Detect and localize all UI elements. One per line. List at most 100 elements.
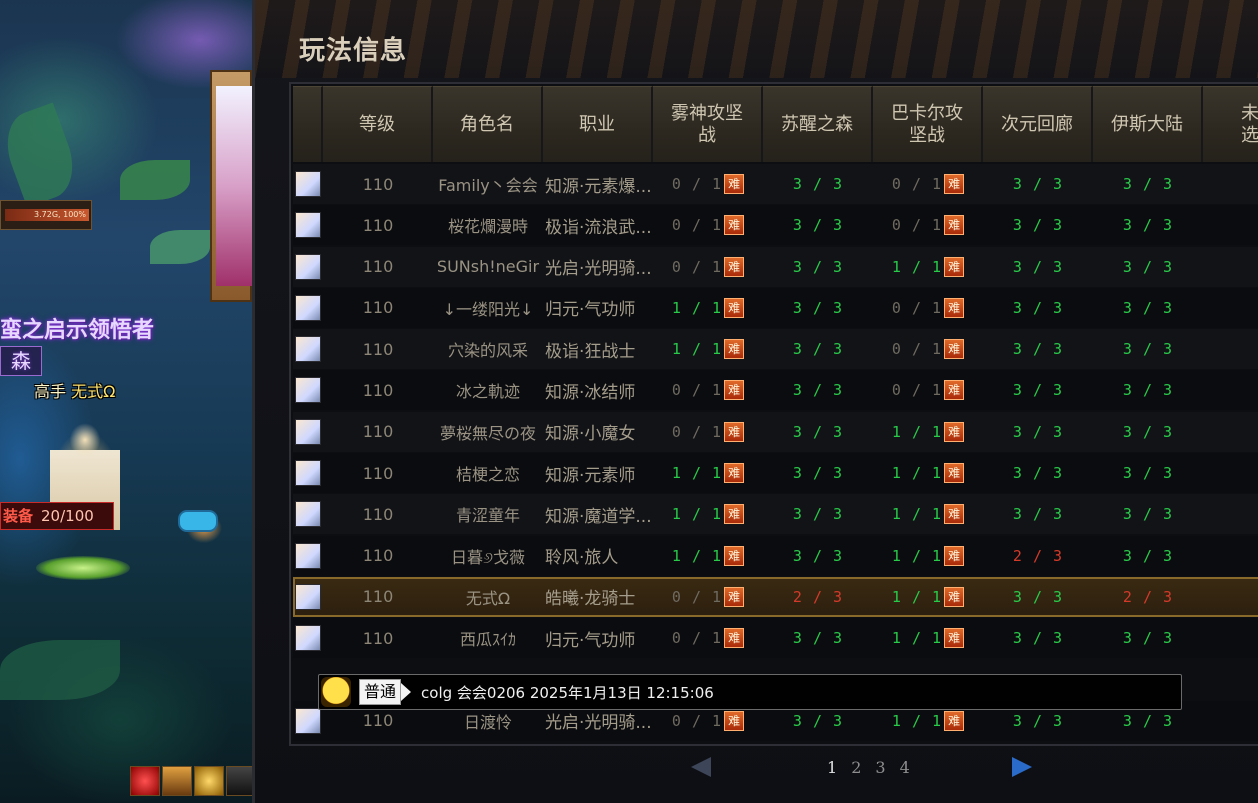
header-fog-god-raid[interactable]: 雾神攻坚战	[653, 86, 763, 162]
progress-value: 2 / 3	[792, 587, 844, 606]
hard-mode-badge: 难	[944, 215, 965, 236]
job-cell: 皓曦·龙骑士	[545, 589, 636, 610]
header-avatar	[293, 86, 323, 162]
event-banner[interactable]	[210, 70, 252, 302]
table-row[interactable]: 110 Family丶会会 知源·元素爆... 0 / 1难3 / 30 / 1难3 …	[293, 164, 1258, 204]
progress-cell: 3 / 3	[1093, 175, 1203, 193]
avatar-cell	[293, 336, 323, 363]
progress-cell: 0 / 1难	[653, 421, 763, 442]
header-name[interactable]: 角色名	[433, 86, 543, 162]
hard-mode-badge: 难	[944, 174, 965, 194]
trophy-icon[interactable]	[194, 766, 224, 796]
job-cell: 知源·小魔女	[545, 424, 636, 445]
avatar-cell	[293, 294, 323, 321]
name-cell: 冰之軌迹	[455, 382, 520, 402]
header-dimension-corridor[interactable]: 次元回廊	[983, 86, 1093, 162]
progress-cell: 0 / 1难	[873, 339, 983, 360]
progress-value: 1 / 1	[671, 505, 723, 524]
roster-table: 等级 角色名 职业 雾神攻坚战 苏醒之森 巴卡尔攻坚战 次元回廊 伊斯大陆 未选…	[289, 82, 1258, 746]
job-cell: 聆风·旅人	[545, 548, 619, 569]
avatar-cell	[293, 625, 323, 652]
progress-value: 0 / 1	[671, 216, 723, 235]
progress-value: 0 / 1	[671, 175, 723, 193]
page-3[interactable]: 3	[875, 758, 885, 777]
header-bakal-raid[interactable]: 巴卡尔攻坚战	[873, 86, 983, 162]
progress-value: 0 / 1	[891, 175, 943, 193]
progress-cell: 1 / 1难	[873, 710, 983, 731]
header-job[interactable]: 职业	[543, 86, 653, 162]
avatar-cell	[293, 253, 323, 280]
next-page-arrow-icon[interactable]	[1011, 757, 1032, 777]
progress-cell: 3 / 3	[763, 712, 873, 730]
job-cell: 光启·光明骑...	[545, 259, 652, 280]
progress-cell: 3 / 3	[983, 588, 1093, 606]
table-row[interactable]: 110 夢桜無尽の夜 知源·小魔女 0 / 1难3 / 31 / 1难3 / 33 /…	[293, 411, 1258, 452]
progress-cell: 1 / 1难	[873, 628, 983, 649]
job-cell: 归元·气功师	[545, 630, 636, 651]
progress-cell: 0 / 1难	[653, 256, 763, 277]
progress-cell: 3 / 3	[1093, 464, 1203, 482]
progress-cell: 1 / 1难	[873, 256, 983, 277]
progress-value: 3 / 3	[792, 464, 844, 483]
progress-value: 1 / 1	[671, 546, 723, 565]
progress-value: 0 / 1	[671, 422, 723, 441]
chat-message: colg 会会0206 2025年1月13日 12:15:06	[421, 683, 714, 702]
page-4[interactable]: 4	[900, 758, 910, 777]
table-row[interactable]: 110 冰之軌迹 知源·冰结师 0 / 1难3 / 30 / 1难3 / 33 / 3…	[293, 370, 1258, 411]
table-row[interactable]: 110 桔梗之恋 知源·元素师 1 / 1难3 / 31 / 1难3 / 33 / 3…	[293, 453, 1258, 494]
progress-value: 3 / 3	[792, 711, 844, 730]
table-row[interactable]: 110 桜花爛漫時 极诣·流浪武... 0 / 1难3 / 30 / 1难3 / 33…	[293, 205, 1258, 246]
equipment-counter: 装备 20/100	[0, 502, 114, 530]
progress-cell: 3 / 3	[763, 175, 873, 193]
progress-cell: 3 / 3	[763, 547, 873, 565]
header-isys-continent[interactable]: 伊斯大陆	[1093, 86, 1203, 162]
avatar-cell	[293, 460, 323, 487]
film-icon[interactable]	[226, 766, 252, 796]
table-row-self[interactable]: 110无式Ω皓曦·龙骑士0 / 1难2 / 31 / 1难3 / 32 / 3-	[293, 576, 1258, 617]
level-cell: 110	[362, 628, 394, 648]
page-1[interactable]: 1	[827, 758, 837, 777]
avatar-cell	[293, 542, 323, 569]
hard-mode-badge: 难	[724, 380, 745, 401]
progress-value: 0 / 1	[891, 340, 943, 359]
level-cell: 110	[362, 463, 394, 483]
progress-value: 0 / 1	[891, 381, 943, 400]
avatar	[295, 501, 321, 528]
level-cell: 110	[362, 257, 394, 277]
hard-mode-badge: 难	[724, 339, 745, 360]
progress-cell: 0 / 1难	[873, 297, 983, 318]
header-level[interactable]: 等级	[323, 86, 433, 162]
hard-mode-badge: 难	[724, 297, 745, 318]
progress-value: 3 / 3	[1122, 711, 1174, 730]
panel-title: 玩法信息	[299, 36, 408, 66]
page-2[interactable]: 2	[851, 758, 861, 777]
progress-cell: 1 / 1难	[873, 545, 983, 566]
gift-box-icon[interactable]	[130, 766, 160, 796]
progress-cell: 3 / 3	[1093, 547, 1203, 565]
header-unselected[interactable]: 未选	[1203, 86, 1258, 162]
hard-mode-badge: 难	[944, 504, 965, 525]
unselected-cell: -	[1203, 505, 1258, 524]
unselected-cell: -	[1203, 464, 1258, 483]
name-cell: 西瓜ｽｲｶ	[459, 630, 516, 650]
hard-mode-badge: 难	[724, 628, 745, 649]
table-row[interactable]: 110 穴染的风采 极诣·狂战士 1 / 1难3 / 30 / 1难3 / 33 / …	[293, 329, 1258, 370]
table-row[interactable]: 110 西瓜ｽｲｶ 归元·气功师 0 / 1难3 / 31 / 1难3 / 33 / …	[293, 618, 1258, 659]
header-awakened-forest[interactable]: 苏醒之森	[763, 86, 873, 162]
table-row[interactable]: 110 日暮୬戈薇 聆风·旅人 1 / 1难3 / 31 / 1难2 / 33 / 3…	[293, 535, 1258, 576]
resource-gauge: 3.72G, 100%	[0, 200, 92, 230]
progress-cell: 0 / 1难	[653, 215, 763, 236]
hard-mode-badge: 难	[724, 421, 745, 442]
level-cell: 110	[362, 215, 394, 235]
progress-value: 3 / 3	[1122, 175, 1174, 193]
player-character[interactable]	[50, 410, 120, 580]
table-row[interactable]: 110 ↓一缕阳光↓ 归元·气功师 1 / 1难3 / 30 / 1难3 / 33 /…	[293, 287, 1258, 328]
chat-channel-tag[interactable]: 普通	[359, 679, 402, 705]
table-row[interactable]: 110 青涩童年 知源·魔道学... 1 / 1难3 / 31 / 1难3 / 33 …	[293, 494, 1258, 535]
progress-value: 3 / 3	[1012, 587, 1064, 606]
name-cell: 夢桜無尽の夜	[439, 423, 536, 443]
prev-page-arrow-icon[interactable]	[691, 757, 711, 777]
landscape-icon[interactable]	[162, 766, 192, 796]
table-row[interactable]: 110 SUNsh!neGir 光启·光明骑... 0 / 1难3 / 31 / 1难…	[293, 246, 1258, 287]
level-cell: 110	[362, 587, 394, 607]
